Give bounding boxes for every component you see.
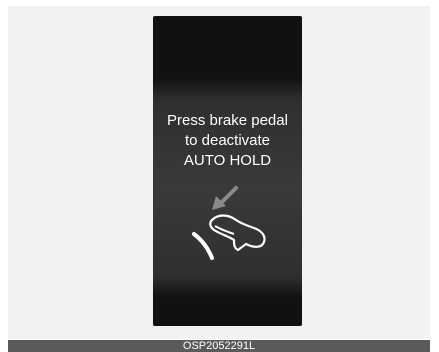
figure-code: OSP2052291L: [182, 340, 256, 352]
message-line-1: Press brake pedal: [167, 112, 288, 129]
message-line-2: to deactivate: [184, 132, 271, 149]
caption-bar: OSP2052291L: [8, 340, 430, 352]
pedal-icon: [192, 232, 214, 260]
message-line-3: AUTO HOLD: [183, 152, 272, 169]
illustration-frame: Press brake pedal to deactivate AUTO HOL…: [8, 6, 430, 339]
cluster-display: Press brake pedal to deactivate AUTO HOL…: [153, 16, 302, 326]
display-message: Press brake pedal to deactivate AUTO HOL…: [153, 111, 302, 171]
foot-pressing-brake-pedal-icon: [192, 186, 266, 260]
down-arrow-icon: [212, 186, 238, 210]
shoe-icon: [209, 214, 266, 252]
